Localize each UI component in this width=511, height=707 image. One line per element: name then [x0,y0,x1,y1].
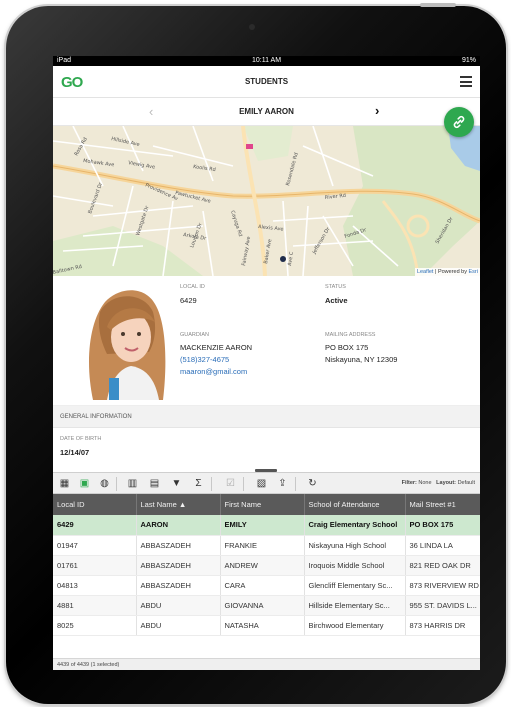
layout-label: Layout: [436,480,457,486]
link-icon [453,115,465,129]
cell-school: Glencliff Elementary Sc... [304,575,406,596]
app-header: GO STUDENTS [53,66,480,98]
guardian-email-link[interactable]: maaron@gmail.com [180,367,247,376]
filter-value[interactable]: None [418,480,431,486]
cell-last-name: ABBASZADEH [136,535,221,556]
link-button[interactable] [444,107,474,137]
filter-label: Filter: [401,480,417,486]
cell-last-name: ABBASZADEH [136,555,221,576]
cell-local-id: 04813 [53,575,137,596]
table-row[interactable]: 4881 ABDU GIOVANNA Hillside Elementary S… [53,595,480,616]
table-icon[interactable]: ▤ [149,478,160,489]
cell-school: Birchwood Elementary [304,615,406,636]
guardian-label: GUARDIAN [180,332,210,338]
mailing-address-line1: PO BOX 175 [325,343,369,352]
detail-view-icon[interactable]: ▣ [79,478,90,489]
cell-school: Iroquois Middle School [304,555,406,576]
location-map[interactable]: Hillside Ave Rosa Rd Viewig Ave Koolis R… [53,126,480,276]
guardian-name: MACKENZIE AARON [180,343,253,352]
column-header-last-name[interactable]: Last Name ▲ [136,494,221,515]
mailing-address-label: MAILING ADDRESS [325,332,376,338]
leaflet-link[interactable]: Leaflet [417,269,434,275]
cell-mail-street: 821 RED OAK DR [405,555,480,576]
status-bar: iPad 10:11 AM 91% [53,56,480,66]
hamburger-menu-icon[interactable] [460,76,472,87]
cell-mail-street: PO BOX 175 [405,515,480,536]
cell-first-name: EMILY [220,515,305,536]
mailing-address-line2: Niskayuna, NY 12309 [325,355,398,364]
cell-school: Niskayuna High School [304,535,406,556]
cell-first-name: FRANKIE [220,535,305,556]
column-header-mail-street[interactable]: Mail Street #1 [405,494,480,515]
export-icon[interactable]: ⇪ [277,478,288,489]
grid-toolbar: ▦ ▣ ◍ ▥ ▤ ▼ Σ ☑ ▧ ⇪ ↻ Filter: None Layou… [53,472,480,494]
cell-mail-street: 955 ST. DAVIDS L... [405,595,480,616]
attribution-separator: | Powered by [433,269,469,275]
guardian-phone-link[interactable]: (518)327-4675 [180,355,229,364]
grid-status: Filter: None Layout: Default [402,480,475,486]
students-grid: Local ID Last Name ▲ First Name School o… [53,494,480,636]
cell-local-id: 01761 [53,555,137,576]
document-icon[interactable]: ▧ [256,478,267,489]
column-header-local-id[interactable]: Local ID [53,494,137,515]
map-tiles: Hillside Ave Rosa Rd Viewig Ave Koolis R… [53,126,480,276]
table-row[interactable]: 6429 AARON EMILY Craig Elementary School… [53,515,480,536]
clock: 10:11 AM [251,57,282,64]
columns-icon[interactable]: ▥ [127,478,138,489]
cell-mail-street: 873 RIVERVIEW RD [405,575,480,596]
record-name: EMILY AARON [239,107,294,116]
student-photo [75,282,171,400]
sum-icon[interactable]: Σ [193,478,204,489]
screen: iPad 10:11 AM 91% GO STUDENTS ‹ EMILY AA… [53,56,480,670]
table-row[interactable]: 01761 ABBASZADEH ANDREW Iroquois Middle … [53,555,480,576]
cell-mail-street: 873 HARRIS DR [405,615,480,636]
local-id-value: 6429 [180,296,197,305]
column-header-school[interactable]: School of Attendance [304,494,406,515]
dob-value: 12/14/07 [60,448,90,457]
map-attribution: Leaflet | Powered by Esri [414,268,480,276]
cell-mail-street: 36 LINDA LA [405,535,480,556]
local-id-label: LOCAL ID [180,284,205,290]
table-row[interactable]: 8025 ABDU NATASHA Birchwood Elementary 8… [53,615,480,636]
cell-first-name: GIOVANNA [220,595,305,616]
table-row[interactable]: 01947 ABBASZADEH FRANKIE Niskayuna High … [53,535,480,556]
map-view-icon[interactable]: ◍ [99,478,110,489]
grid-header-row: Local ID Last Name ▲ First Name School o… [53,494,480,515]
student-profile: LOCAL ID 6429 STATUS Active GUARDIAN MAC… [53,276,480,406]
cell-first-name: ANDREW [220,555,305,576]
table-row[interactable]: 04813 ABBASZADEH CARA Glencliff Elementa… [53,575,480,596]
cell-local-id: 4881 [53,595,137,616]
column-header-first-name[interactable]: First Name [220,494,305,515]
status-value: Active [325,296,348,305]
status-label: STATUS [325,284,346,290]
cell-local-id: 6429 [53,515,137,536]
cell-school: Craig Elementary School [304,515,406,536]
next-record-button[interactable]: › [375,103,379,118]
layout-value[interactable]: Default [458,480,475,486]
checkbox-icon[interactable]: ☑ [225,478,236,489]
cell-first-name: NATASHA [220,615,305,636]
refresh-icon[interactable]: ↻ [307,478,318,489]
cell-last-name: ABBASZADEH [136,575,221,596]
power-button [420,3,456,7]
cell-last-name: AARON [136,515,221,536]
battery-level: 91% [461,57,476,64]
cell-local-id: 8025 [53,615,137,636]
general-information-section: GENERAL INFORMATION DATE OF BIRTH 12/14/… [53,406,480,472]
record-navigator: ‹ EMILY AARON › [53,98,480,137]
cell-first-name: CARA [220,575,305,596]
camera [249,24,255,30]
filter-icon[interactable]: ▼ [171,478,182,489]
dob-label: DATE OF BIRTH [60,436,102,442]
page-title: STUDENTS [244,77,289,86]
cell-school: Hillside Elementary Sc... [304,595,406,616]
general-information-header[interactable]: GENERAL INFORMATION [53,406,480,428]
cell-local-id: 01947 [53,535,137,556]
esri-link[interactable]: Esri [469,269,478,275]
grid-view-icon[interactable]: ▦ [59,478,70,489]
cell-last-name: ABDU [136,615,221,636]
grid-footer: 4439 of 4439 (1 selected) [53,658,480,670]
tablet-frame: iPad 10:11 AM 91% GO STUDENTS ‹ EMILY AA… [6,3,506,704]
cell-last-name: ABDU [136,595,221,616]
